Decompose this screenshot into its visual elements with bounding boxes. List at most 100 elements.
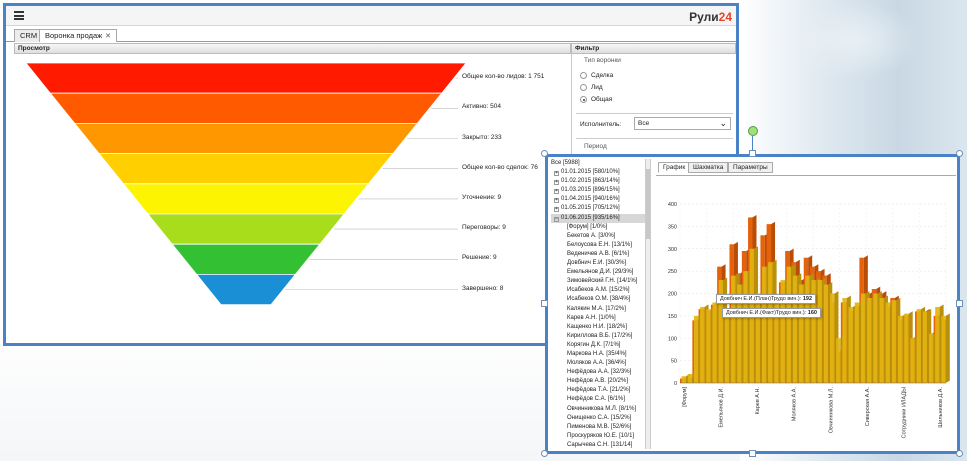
- bar[interactable]: [891, 300, 897, 383]
- tab-parameters[interactable]: Параметры: [728, 162, 773, 173]
- bar[interactable]: [700, 306, 705, 383]
- resize-handle-se[interactable]: [956, 450, 963, 457]
- scrollbar-thumb[interactable]: [646, 169, 650, 239]
- resize-handle-w[interactable]: [541, 300, 548, 307]
- collapse-icon[interactable]: −: [554, 216, 559, 222]
- executor-select[interactable]: Все ⌄: [634, 117, 731, 130]
- bar[interactable]: [885, 302, 891, 383]
- resize-handle-e[interactable]: [956, 300, 963, 307]
- bar[interactable]: [687, 374, 693, 383]
- tree-person-item[interactable]: Веденичев А.В. [6/1%]: [551, 250, 650, 259]
- bar[interactable]: [817, 280, 823, 383]
- rotate-handle[interactable]: [748, 126, 758, 136]
- bar[interactable]: [761, 266, 767, 383]
- bar[interactable]: [805, 275, 810, 383]
- radio-icon[interactable]: [580, 84, 587, 91]
- tab-graph[interactable]: График: [658, 162, 691, 173]
- funnel-stage[interactable]: [25, 62, 467, 94]
- bar[interactable]: [873, 293, 878, 384]
- bar[interactable]: [916, 309, 922, 383]
- bar[interactable]: [848, 306, 854, 383]
- funnel-stage[interactable]: [73, 123, 419, 154]
- expand-icon[interactable]: +: [554, 207, 559, 213]
- tree-person-item[interactable]: Бекетов А. [3/0%]: [551, 232, 650, 241]
- tree-person-item[interactable]: Карев А.Н. [1/0%]: [551, 314, 650, 323]
- tab-sales-funnel[interactable]: Воронка продаж ✕: [39, 29, 118, 42]
- tree-person-item[interactable]: Кащенко Н.И. [18/2%]: [551, 323, 650, 332]
- bar[interactable]: [731, 275, 736, 383]
- bar[interactable]: [681, 376, 687, 383]
- tree-person-item[interactable]: Моляков А.А. [36/4%]: [551, 359, 650, 368]
- bar[interactable]: [898, 315, 903, 383]
- bar[interactable]: [860, 293, 866, 384]
- bar[interactable]: [910, 338, 915, 383]
- tree-person-item[interactable]: Кириллова В.Б. [17/2%]: [551, 332, 650, 341]
- tree-person-item[interactable]: Сарычева С.Н. [131/14]: [551, 441, 650, 449]
- bar[interactable]: [842, 297, 847, 383]
- tree-person-item[interactable]: Калякин М.А. [17/2%]: [551, 305, 650, 314]
- resize-handle-nw[interactable]: [541, 150, 548, 157]
- radio-lead[interactable]: Лид: [580, 84, 603, 91]
- tree-person-item[interactable]: [Форум] [1/0%]: [551, 223, 650, 232]
- expand-icon[interactable]: +: [554, 189, 559, 195]
- bar[interactable]: [867, 297, 872, 383]
- funnel-stage[interactable]: [147, 213, 345, 245]
- bar[interactable]: [922, 311, 928, 383]
- tree-person-item[interactable]: Емельянов Д.И. [29/3%]: [551, 268, 650, 277]
- expand-icon[interactable]: +: [554, 171, 559, 177]
- funnel-stage[interactable]: [49, 92, 443, 124]
- bar[interactable]: [724, 311, 730, 383]
- tree-person-item[interactable]: Исабеков А.М. [15/2%]: [551, 286, 650, 295]
- scrollbar[interactable]: [645, 159, 650, 449]
- tree-month-item[interactable]: +01.02.2015 [863/14%]: [551, 177, 650, 186]
- tree-person-item[interactable]: Онищенко С.А. [15/2%]: [551, 414, 650, 423]
- resize-handle-n[interactable]: [749, 150, 756, 157]
- expand-icon[interactable]: +: [554, 180, 559, 186]
- radio-icon[interactable]: [580, 72, 587, 79]
- bar[interactable]: [836, 338, 841, 383]
- resize-handle-ne[interactable]: [956, 150, 963, 157]
- tree-root[interactable]: Все [5988]: [551, 159, 650, 168]
- resize-handle-sw[interactable]: [541, 450, 548, 457]
- funnel-stage[interactable]: [171, 243, 321, 275]
- resize-handle-s[interactable]: [749, 450, 756, 457]
- funnel-stage[interactable]: [195, 273, 297, 306]
- funnel-stage[interactable]: [98, 153, 394, 185]
- tree-person-item[interactable]: Зимовейский Г.Н. [14/1%]: [551, 277, 650, 286]
- radio-deal[interactable]: Сделка: [580, 72, 613, 79]
- funnel-stage[interactable]: [122, 183, 370, 215]
- tab-chess[interactable]: Шахматка: [688, 162, 729, 173]
- tree-person-item[interactable]: Нефёдова Т.А. [21/2%]: [551, 386, 650, 395]
- close-icon[interactable]: ✕: [105, 33, 111, 40]
- bar[interactable]: [941, 315, 946, 383]
- bar[interactable]: [879, 297, 884, 383]
- tree-month-item[interactable]: −01.06.2015 [935/16%]: [551, 213, 650, 223]
- bar[interactable]: [854, 302, 860, 383]
- tree-person-item[interactable]: Нефёдов А.В. [20/2%]: [551, 377, 650, 386]
- tree-person-item[interactable]: Нефёдов С.А. [6/1%]: [551, 395, 650, 404]
- tree-month-item[interactable]: +01.05.2015 [705/12%]: [551, 204, 650, 213]
- bar[interactable]: [712, 302, 717, 383]
- bar[interactable]: [792, 275, 798, 383]
- tree-person-item[interactable]: Проскуряков Ю.Е. [10/1]: [551, 432, 650, 441]
- bar[interactable]: [904, 313, 909, 383]
- bar[interactable]: [693, 315, 699, 383]
- expand-icon[interactable]: +: [554, 198, 559, 204]
- menu-icon[interactable]: [14, 11, 24, 20]
- bar[interactable]: [768, 262, 773, 383]
- bar[interactable]: [935, 306, 940, 383]
- tree-person-item[interactable]: Нефёдова А.А. [32/3%]: [551, 368, 650, 377]
- radio-icon[interactable]: [580, 96, 587, 103]
- bar[interactable]: [823, 284, 829, 383]
- tree-month-item[interactable]: +01.04.2015 [940/16%]: [551, 195, 650, 204]
- tree-person-item[interactable]: Исабеков О.М. [38/4%]: [551, 295, 650, 304]
- bar[interactable]: [928, 333, 934, 383]
- tree-person-item[interactable]: Овчинникова М.Л. [8/1%]: [551, 405, 650, 414]
- tree-month-item[interactable]: +01.01.2015 [580/10%]: [551, 168, 650, 177]
- bar[interactable]: [786, 266, 792, 383]
- tree-person-item[interactable]: Белоусова Е.Н. [13/1%]: [551, 241, 650, 250]
- tree-person-item[interactable]: Корягин Д.К. [7/1%]: [551, 341, 650, 350]
- tree-person-item[interactable]: Пименова М.В. [52/6%]: [551, 423, 650, 432]
- tree-person-item[interactable]: Довбнич Е.И. [30/3%]: [551, 259, 650, 268]
- bar[interactable]: [755, 293, 761, 384]
